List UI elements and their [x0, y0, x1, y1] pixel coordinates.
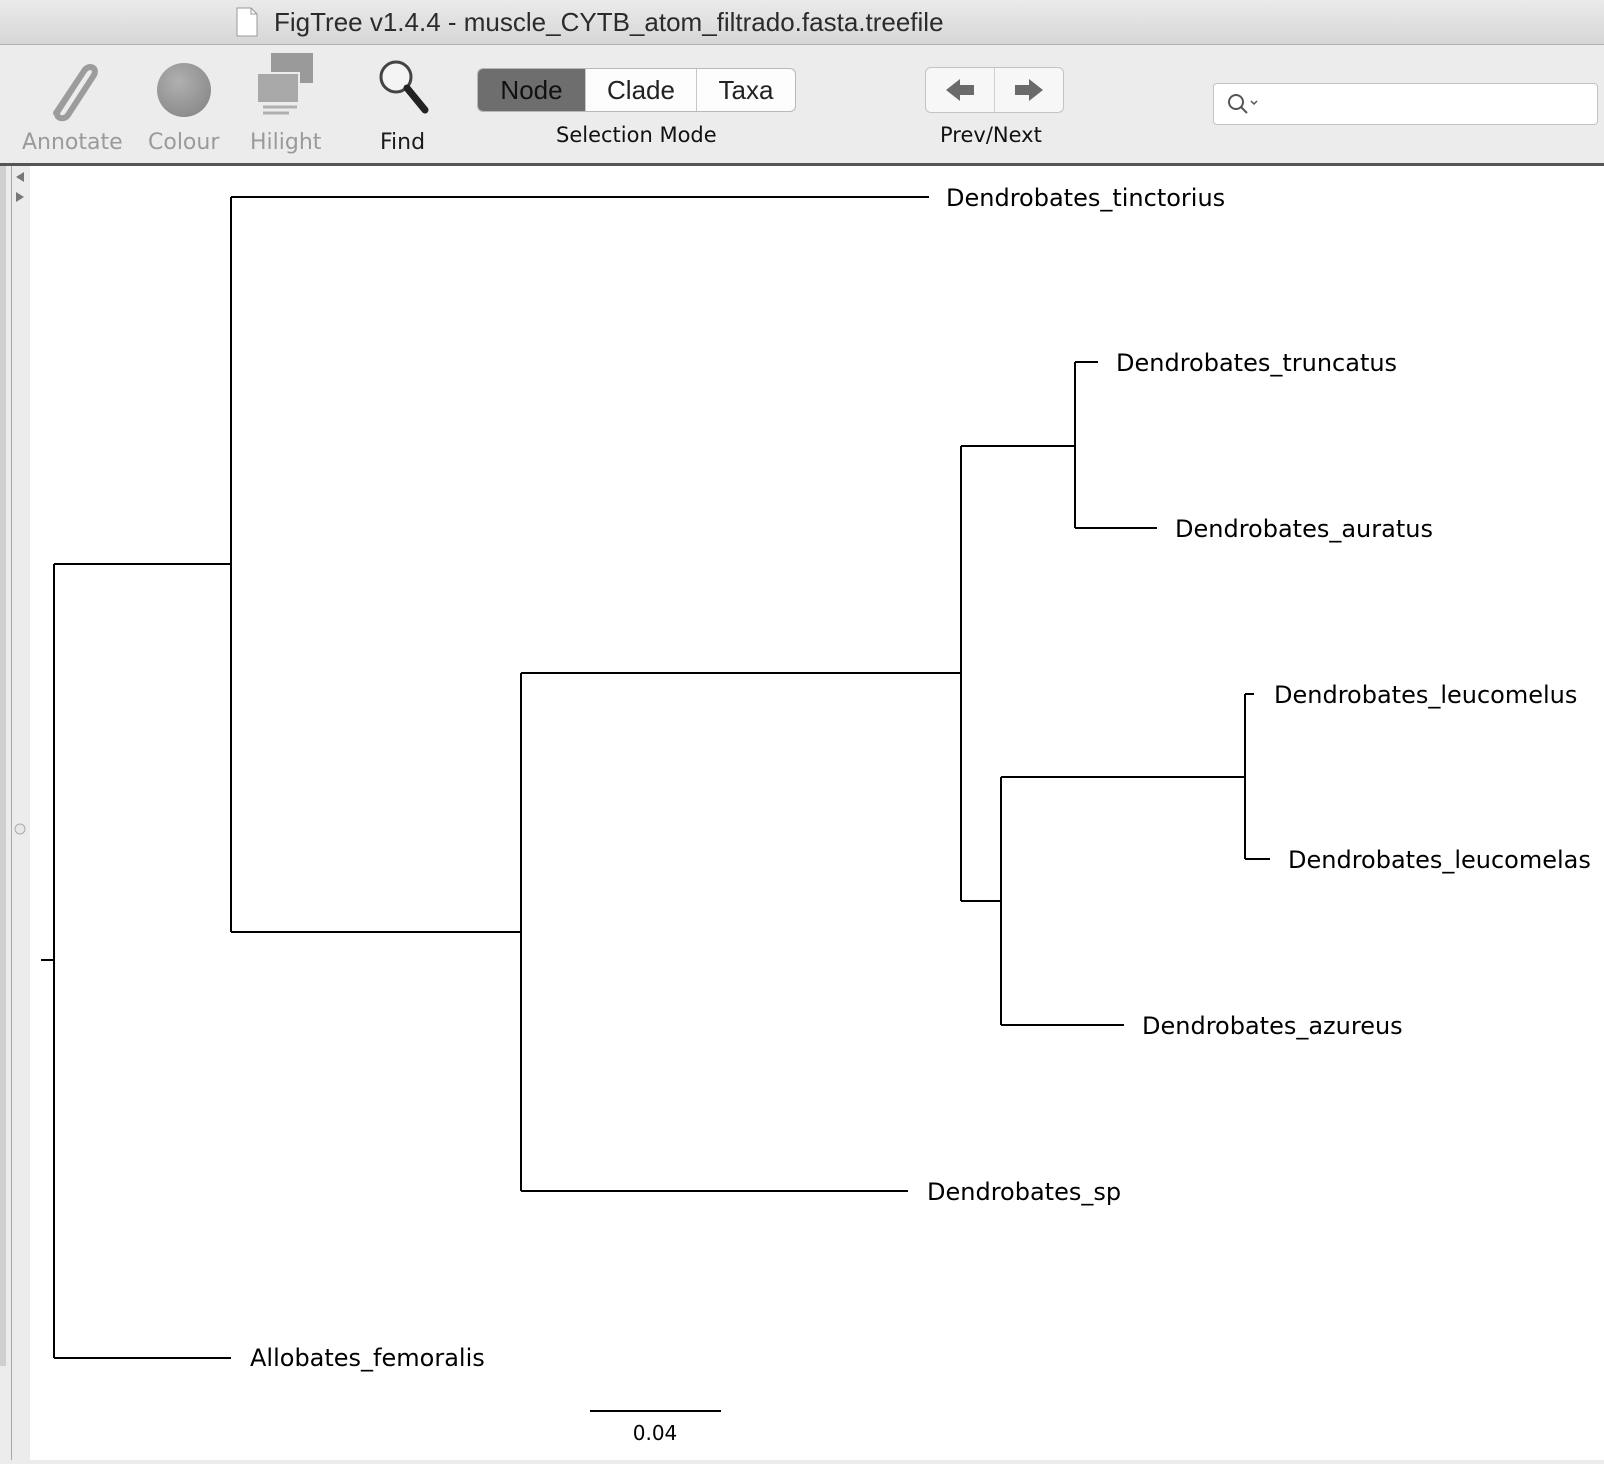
search-field[interactable]	[1213, 83, 1598, 125]
taxon-label[interactable]: Dendrobates_leucomelus	[1274, 681, 1577, 709]
collapse-left-icon[interactable]	[13, 170, 27, 184]
find-label: Find	[380, 130, 426, 155]
toolbar: Annotate Colour Hilight Find Node Clade …	[0, 45, 1604, 166]
colour-button[interactable]: Colour	[140, 51, 240, 161]
hilight-label: Hilight	[250, 130, 322, 155]
taxon-label[interactable]: Allobates_femoralis	[250, 1344, 485, 1372]
taxon-label[interactable]: Dendrobates_leucomelas	[1288, 846, 1591, 874]
taxon-label[interactable]: Dendrobates_auratus	[1175, 515, 1433, 543]
splitter-handle-icon[interactable]	[13, 822, 27, 836]
selection-mode-caption: Selection Mode	[556, 123, 717, 147]
search-input[interactable]	[1260, 88, 1589, 120]
find-button[interactable]: Find	[370, 51, 440, 161]
next-button[interactable]	[995, 68, 1063, 112]
tree-branches	[41, 196, 1270, 1412]
selection-mode-control: Node Clade Taxa	[477, 68, 796, 112]
annotate-button[interactable]: Annotate	[14, 51, 129, 161]
colour-label: Colour	[148, 130, 220, 155]
prev-next-control	[925, 67, 1064, 113]
side-panel-strip	[0, 166, 30, 1460]
phylogenetic-tree[interactable]: Dendrobates_tinctorius Dendrobates_trunc…	[30, 166, 1604, 1460]
tree-canvas[interactable]: Dendrobates_tinctorius Dendrobates_trunc…	[30, 166, 1604, 1460]
window-title: FigTree v1.4.4 - muscle_CYTB_atom_filtra…	[274, 7, 944, 37]
search-icon	[1228, 94, 1258, 114]
taxon-label[interactable]: Dendrobates_sp	[927, 1178, 1121, 1206]
taxon-label[interactable]: Dendrobates_azureus	[1142, 1012, 1403, 1040]
selection-mode-node[interactable]: Node	[478, 69, 586, 111]
side-panel-divider[interactable]	[0, 166, 6, 1366]
hilight-icon	[256, 53, 313, 115]
paperclip-icon	[53, 64, 98, 122]
expand-right-icon[interactable]	[13, 190, 27, 204]
arrow-left-icon	[946, 79, 974, 101]
taxon-labels: Dendrobates_tinctorius Dendrobates_trunc…	[250, 184, 1591, 1372]
window-titlebar: FigTree v1.4.4 - muscle_CYTB_atom_filtra…	[0, 0, 1604, 45]
color-circle-icon	[157, 63, 211, 117]
selection-mode-taxa[interactable]: Taxa	[697, 69, 795, 111]
arrow-right-icon	[1015, 79, 1043, 101]
panel-border	[11, 166, 12, 1460]
prev-next-caption: Prev/Next	[940, 123, 1042, 147]
selection-mode-clade[interactable]: Clade	[586, 69, 697, 111]
document-icon	[236, 7, 258, 37]
hilight-button[interactable]: Hilight	[245, 51, 330, 161]
taxon-label[interactable]: Dendrobates_truncatus	[1116, 349, 1397, 377]
annotate-label: Annotate	[22, 130, 123, 155]
taxon-label[interactable]: Dendrobates_tinctorius	[946, 184, 1225, 212]
scale-bar-label: 0.04	[633, 1421, 678, 1445]
prev-button[interactable]	[926, 68, 995, 112]
magnifier-icon	[379, 60, 429, 114]
